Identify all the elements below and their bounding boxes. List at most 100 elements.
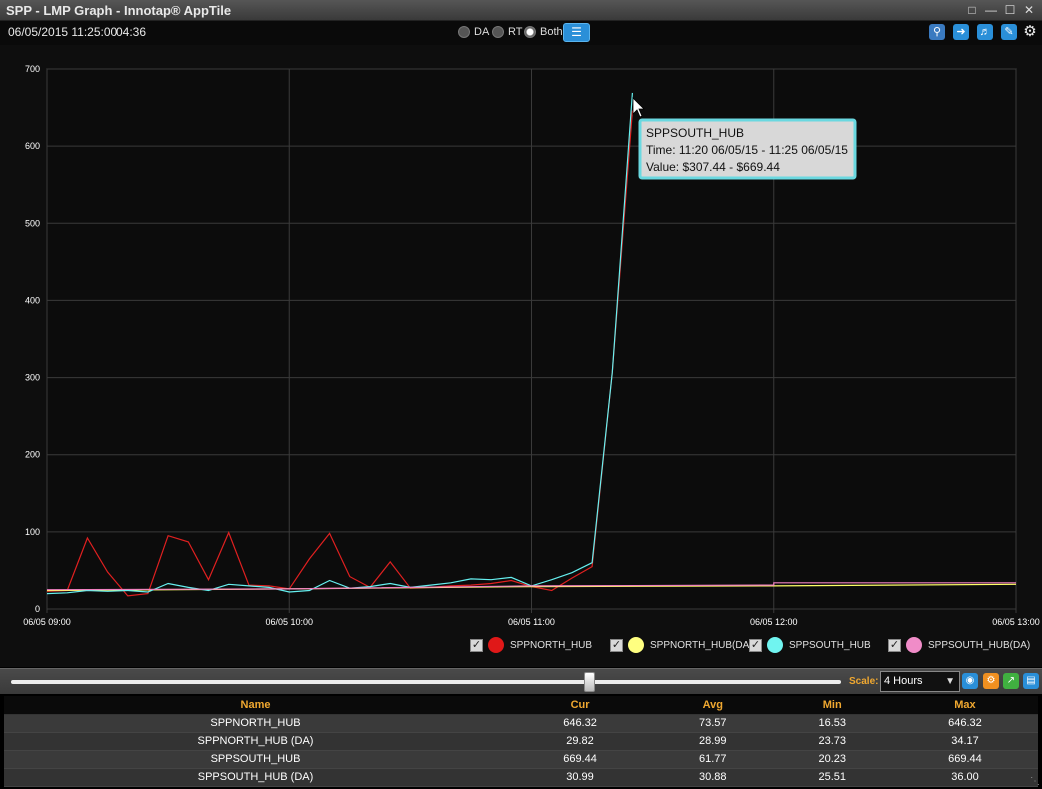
settings-icon[interactable]: ⚙ xyxy=(983,673,999,689)
mode-rt-radio[interactable]: RT xyxy=(492,26,522,38)
mode-both-label: Both xyxy=(540,26,563,38)
cell-avg: 73.57 xyxy=(653,714,773,733)
forward-icon[interactable]: ➜ xyxy=(953,24,969,40)
table-row[interactable]: SPPSOUTH_HUB (DA) 30.99 30.88 25.51 36.0… xyxy=(4,768,1038,787)
time-slider-handle[interactable] xyxy=(584,672,595,692)
lmp-chart-area: 0 100 200 300 400 500 600 700 06/05 09:00 06/05 1… xyxy=(0,45,1042,667)
cell-name: SPPNORTH_HUB (DA) xyxy=(4,732,508,751)
legend-item-sppsouth[interactable]: ✓ SPPSOUTH_HUB xyxy=(749,637,871,653)
info-bar: 06/05/2015 11:25:00 04:36 DA RT Both ☰ ⚲… xyxy=(0,21,1042,45)
title-bar: SPP - LMP Graph - Innotap® AppTile □ — ☐… xyxy=(0,0,1042,21)
scale-value: 4 Hours xyxy=(884,675,923,687)
table-row[interactable]: SPPNORTH_HUB 646.32 73.57 16.53 646.32 xyxy=(4,714,1038,733)
table-row[interactable]: SPPSOUTH_HUB 669.44 61.77 20.23 669.44 xyxy=(4,750,1038,769)
stats-table: Name Cur Avg Min Max SPPNORTH_HUB 646.32… xyxy=(4,696,1038,787)
cell-min: 23.73 xyxy=(772,732,892,751)
radio-icon xyxy=(458,26,470,38)
cell-cur: 669.44 xyxy=(507,750,654,769)
table-row[interactable]: SPPNORTH_HUB (DA) 29.82 28.99 23.73 34.1… xyxy=(4,732,1038,751)
checkbox-checked-icon[interactable]: ✓ xyxy=(470,638,483,652)
cell-cur: 30.99 xyxy=(507,768,654,787)
x-tick-label: 06/05 13:00 xyxy=(992,617,1040,627)
eye-icon[interactable]: ◉ xyxy=(962,673,978,689)
window-title: SPP - LMP Graph - Innotap® AppTile xyxy=(6,3,232,18)
mode-da-label: DA xyxy=(474,26,490,38)
y-tick-label: 500 xyxy=(25,218,40,228)
col-header-max[interactable]: Max xyxy=(891,696,1038,715)
resize-grip-icon[interactable]: ⋱ xyxy=(1030,776,1040,787)
mode-da-radio[interactable]: DA xyxy=(458,26,489,38)
cell-max: 669.44 xyxy=(891,750,1038,769)
cell-min: 25.51 xyxy=(772,768,892,787)
layout-icon[interactable]: ▤ xyxy=(1023,673,1039,689)
cell-min: 20.23 xyxy=(772,750,892,769)
legend-label: SPPSOUTH_HUB(DA) xyxy=(928,639,1031,651)
time-slider-bar: Scale: 4 Hours ▼ ◉ ⚙ ↗ ▤ xyxy=(0,668,1042,694)
list-view-button[interactable]: ☰ xyxy=(563,23,590,42)
cell-min: 16.53 xyxy=(772,714,892,733)
legend-item-sppsouth-da[interactable]: ✓ SPPSOUTH_HUB(DA) xyxy=(888,637,1030,653)
table-header-row: Name Cur Avg Min Max xyxy=(4,696,1038,715)
cell-avg: 61.77 xyxy=(653,750,773,769)
x-tick-label: 06/05 12:00 xyxy=(750,617,798,627)
tooltip-line: Time: 11:20 06/05/15 - 11:25 06/05/15 xyxy=(646,143,848,157)
checkbox-checked-icon[interactable]: ✓ xyxy=(610,638,623,652)
cell-max: 34.17 xyxy=(891,732,1038,751)
cell-cur: 29.82 xyxy=(507,732,654,751)
checkbox-checked-icon[interactable]: ✓ xyxy=(749,638,762,652)
x-tick-label: 06/05 11:00 xyxy=(508,617,555,627)
checkbox-checked-icon[interactable]: ✓ xyxy=(888,638,901,652)
legend-item-sppnorth-da[interactable]: ✓ SPPNORTH_HUB(DA) xyxy=(610,637,753,653)
cell-avg: 30.88 xyxy=(653,768,773,787)
cell-max: 36.00 xyxy=(891,768,1038,787)
legend-label: SPPNORTH_HUB xyxy=(510,639,593,651)
mode-rt-label: RT xyxy=(508,26,523,38)
settings-gear-icon[interactable]: ⚙ xyxy=(1022,24,1038,40)
legend-item-sppnorth[interactable]: ✓ SPPNORTH_HUB xyxy=(470,637,592,653)
close-icon[interactable]: ✕ xyxy=(1022,3,1036,17)
cell-name: SPPSOUTH_HUB (DA) xyxy=(4,768,508,787)
x-tick-label: 06/05 10:00 xyxy=(265,617,313,627)
radio-icon xyxy=(492,26,504,38)
restore-icon[interactable]: □ xyxy=(965,3,979,17)
tooltip-line: Value: $307.44 - $669.44 xyxy=(646,160,780,174)
legend-color-dot xyxy=(767,637,783,653)
y-tick-label: 400 xyxy=(25,295,40,305)
current-datetime: 06/05/2015 11:25:00 xyxy=(8,25,118,39)
lmp-line-chart[interactable]: 0 100 200 300 400 500 600 700 06/05 09:00 06/05 1… xyxy=(0,45,1042,667)
edit-icon[interactable]: ✎ xyxy=(1001,24,1017,40)
zoom-icon[interactable]: ⚲ xyxy=(929,24,945,40)
radio-selected-icon xyxy=(524,26,536,38)
y-tick-label: 700 xyxy=(25,64,40,74)
time-slider-track[interactable] xyxy=(11,680,841,684)
cell-name: SPPNORTH_HUB xyxy=(4,714,508,733)
scale-label: Scale: xyxy=(849,676,879,687)
minimize-icon[interactable]: — xyxy=(984,3,998,17)
elapsed-time: 04:36 xyxy=(116,25,147,39)
cell-cur: 646.32 xyxy=(507,714,654,733)
col-header-cur[interactable]: Cur xyxy=(507,696,654,715)
legend-color-dot xyxy=(488,637,504,653)
legend-label: SPPSOUTH_HUB xyxy=(789,639,871,651)
maximize-icon[interactable]: ☐ xyxy=(1003,3,1017,17)
col-header-name[interactable]: Name xyxy=(4,696,508,715)
y-tick-label: 100 xyxy=(25,527,40,537)
legend-color-dot xyxy=(628,637,644,653)
y-tick-label: 200 xyxy=(25,450,40,460)
y-tick-label: 0 xyxy=(35,604,40,614)
scale-select[interactable]: 4 Hours ▼ xyxy=(880,671,960,692)
y-tick-label: 600 xyxy=(25,141,40,151)
list-icon: ☰ xyxy=(571,25,582,39)
mode-both-radio[interactable]: Both xyxy=(524,26,563,38)
cell-max: 646.32 xyxy=(891,714,1038,733)
legend-color-dot xyxy=(906,637,922,653)
col-header-avg[interactable]: Avg xyxy=(653,696,773,715)
chart-legend: ✓ SPPNORTH_HUB ✓ SPPNORTH_HUB(DA) ✓ SPPS… xyxy=(0,637,1042,657)
cell-name: SPPSOUTH_HUB xyxy=(4,750,508,769)
sound-icon[interactable]: ♬ xyxy=(977,24,993,40)
col-header-min[interactable]: Min xyxy=(772,696,892,715)
tooltip-line: SPPSOUTH_HUB xyxy=(646,126,744,140)
chart-icon[interactable]: ↗ xyxy=(1003,673,1019,689)
x-tick-label: 06/05 09:00 xyxy=(23,617,71,627)
legend-label: SPPNORTH_HUB(DA) xyxy=(650,639,753,651)
